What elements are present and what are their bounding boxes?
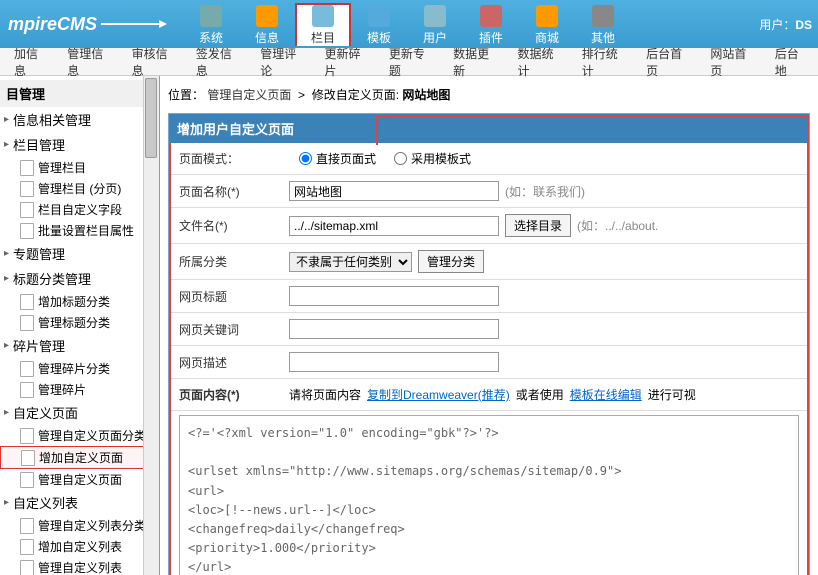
sidebar-scrollbar[interactable] bbox=[143, 76, 159, 575]
subnav-后台首页[interactable]: 后台首页 bbox=[636, 45, 700, 79]
mode-label: 页面模式： bbox=[179, 150, 289, 167]
cat-select[interactable]: 不隶属于任何类别 bbox=[289, 252, 412, 272]
mode-radio-direct[interactable]: 直接页面式 bbox=[299, 150, 376, 167]
nav-用户[interactable]: 用户 bbox=[407, 3, 463, 46]
subnav-更新碎片[interactable]: 更新碎片 bbox=[315, 45, 379, 79]
user-name: DS bbox=[795, 18, 812, 32]
file-label: 文件名(*) bbox=[179, 217, 289, 234]
kw-input[interactable] bbox=[289, 319, 499, 339]
nav-icon bbox=[368, 5, 390, 27]
desc-input[interactable] bbox=[289, 352, 499, 372]
name-hint: (如：联系我们) bbox=[505, 183, 585, 200]
desc-label: 网页描述 bbox=[179, 354, 289, 371]
side-group[interactable]: 自定义页面 bbox=[0, 400, 159, 425]
panel-title: 增加用户自定义页面 bbox=[169, 114, 809, 143]
panel-body: 页面模式： 直接页面式 采用模板式 页面名称(*) (如：联系我们) 文件名(*… bbox=[169, 143, 809, 575]
side-leaf[interactable]: 批量设置栏目属性 bbox=[0, 220, 159, 241]
side-leaf[interactable]: 栏目自定义字段 bbox=[0, 199, 159, 220]
radio-direct[interactable] bbox=[299, 152, 312, 165]
main-area: 位置： 管理自定义页面 > 修改自定义页面: 网站地图 增加用户自定义页面 页面… bbox=[160, 76, 818, 575]
title-input[interactable] bbox=[289, 286, 499, 306]
subnav-签发信息[interactable]: 签发信息 bbox=[186, 45, 250, 79]
nav-插件[interactable]: 插件 bbox=[463, 3, 519, 46]
side-group[interactable]: 自定义列表 bbox=[0, 490, 159, 515]
bc-link-1[interactable]: 管理自定义页面 bbox=[207, 88, 291, 102]
main-nav: 系统信息栏目模板用户插件商城其他 bbox=[183, 3, 631, 46]
subnav-数据统计[interactable]: 数据统计 bbox=[507, 45, 571, 79]
subnav-更新专题[interactable]: 更新专题 bbox=[379, 45, 443, 79]
nav-icon bbox=[424, 5, 446, 27]
side-group[interactable]: 栏目管理 bbox=[0, 132, 159, 157]
subnav-管理信息[interactable]: 管理信息 bbox=[57, 45, 121, 79]
side-leaf[interactable]: 管理标题分类 bbox=[0, 312, 159, 333]
side-leaf[interactable]: 管理自定义列表 bbox=[0, 557, 159, 575]
content-textarea[interactable]: <?='<?xml version="1.0" encoding="gbk"?>… bbox=[179, 415, 799, 575]
copy-dw-link[interactable]: 复制到Dreamweaver(推荐) bbox=[367, 386, 510, 403]
side-leaf[interactable]: 管理栏目 bbox=[0, 157, 159, 178]
cat-label: 所属分类 bbox=[179, 253, 289, 270]
form-panel: 增加用户自定义页面 页面模式： 直接页面式 采用模板式 页面名称(*) (如：联… bbox=[168, 113, 810, 575]
side-leaf[interactable]: 管理自定义页面 bbox=[0, 469, 159, 490]
subnav-管理评论[interactable]: 管理评论 bbox=[250, 45, 314, 79]
side-leaf[interactable]: 增加自定义列表 bbox=[0, 536, 159, 557]
nav-系统[interactable]: 系统 bbox=[183, 3, 239, 46]
nav-icon bbox=[480, 5, 502, 27]
nav-icon bbox=[312, 5, 334, 27]
manage-cat-button[interactable]: 管理分类 bbox=[418, 250, 484, 273]
kw-label: 网页关键词 bbox=[179, 321, 289, 338]
sidebar-head: 目管理 bbox=[0, 80, 159, 107]
user-area: 用户：DS bbox=[759, 16, 812, 33]
side-group[interactable]: 专题管理 bbox=[0, 241, 159, 266]
subnav-审核信息[interactable]: 审核信息 bbox=[122, 45, 186, 79]
scrollbar-thumb[interactable] bbox=[145, 78, 157, 158]
user-label: 用户： bbox=[759, 18, 795, 32]
file-input[interactable] bbox=[289, 216, 499, 236]
bc-current: 网站地图 bbox=[402, 88, 450, 102]
file-hint: (如：../../about. bbox=[577, 217, 658, 234]
side-group[interactable]: 标题分类管理 bbox=[0, 266, 159, 291]
nav-icon bbox=[536, 5, 558, 27]
nav-信息[interactable]: 信息 bbox=[239, 3, 295, 46]
side-leaf[interactable]: 管理自定义列表分类 bbox=[0, 515, 159, 536]
breadcrumb: 位置： 管理自定义页面 > 修改自定义页面: 网站地图 bbox=[168, 86, 810, 103]
nav-icon bbox=[200, 5, 222, 27]
arrow-icon bbox=[101, 23, 161, 25]
side-group[interactable]: 信息相关管理 bbox=[0, 107, 159, 132]
nav-icon bbox=[592, 5, 614, 27]
nav-栏目[interactable]: 栏目 bbox=[295, 3, 351, 46]
side-leaf[interactable]: 管理碎片分类 bbox=[0, 358, 159, 379]
logo: mpireCMS bbox=[0, 14, 169, 35]
side-group[interactable]: 碎片管理 bbox=[0, 333, 159, 358]
side-leaf[interactable]: 管理碎片 bbox=[0, 379, 159, 400]
nav-icon bbox=[256, 5, 278, 27]
content-label: 页面内容(*) bbox=[179, 386, 289, 403]
choose-dir-button[interactable]: 选择目录 bbox=[505, 214, 571, 237]
side-leaf[interactable]: 管理自定义页面分类 bbox=[0, 425, 159, 446]
top-bar: mpireCMS 系统信息栏目模板用户插件商城其他 用户：DS bbox=[0, 0, 818, 48]
nav-商城[interactable]: 商城 bbox=[519, 3, 575, 46]
side-leaf[interactable]: 管理栏目 (分页) bbox=[0, 178, 159, 199]
sub-nav: 加信息管理信息审核信息签发信息管理评论更新碎片更新专题数据更新数据统计排行统计后… bbox=[0, 48, 818, 76]
subnav-网站首页[interactable]: 网站首页 bbox=[700, 45, 764, 79]
nav-模板[interactable]: 模板 bbox=[351, 3, 407, 46]
mode-radio-template[interactable]: 采用模板式 bbox=[394, 150, 471, 167]
radio-template[interactable] bbox=[394, 152, 407, 165]
nav-其他[interactable]: 其他 bbox=[575, 3, 631, 46]
name-input[interactable] bbox=[289, 181, 499, 201]
title-label: 网页标题 bbox=[179, 288, 289, 305]
subnav-排行统计[interactable]: 排行统计 bbox=[572, 45, 636, 79]
content-hint: 请将页面内容复制到Dreamweaver(推荐)或者使用模板在线编辑进行可视 bbox=[289, 386, 799, 403]
name-label: 页面名称(*) bbox=[179, 183, 289, 200]
side-leaf[interactable]: 增加自定义页面 bbox=[0, 446, 159, 469]
subnav-加信息[interactable]: 加信息 bbox=[4, 45, 57, 79]
subnav-后台地[interactable]: 后台地 bbox=[765, 45, 818, 79]
bc-p2: 修改自定义页面: bbox=[312, 88, 399, 102]
side-leaf[interactable]: 增加标题分类 bbox=[0, 291, 159, 312]
logo-text: mpireCMS bbox=[8, 14, 97, 35]
bc-pos: 位置： bbox=[168, 88, 204, 102]
sidebar: 目管理 信息相关管理栏目管理管理栏目管理栏目 (分页)栏目自定义字段批量设置栏目… bbox=[0, 76, 160, 575]
bc-sep: > bbox=[298, 88, 305, 102]
subnav-数据更新[interactable]: 数据更新 bbox=[443, 45, 507, 79]
online-edit-link[interactable]: 模板在线编辑 bbox=[570, 386, 642, 403]
